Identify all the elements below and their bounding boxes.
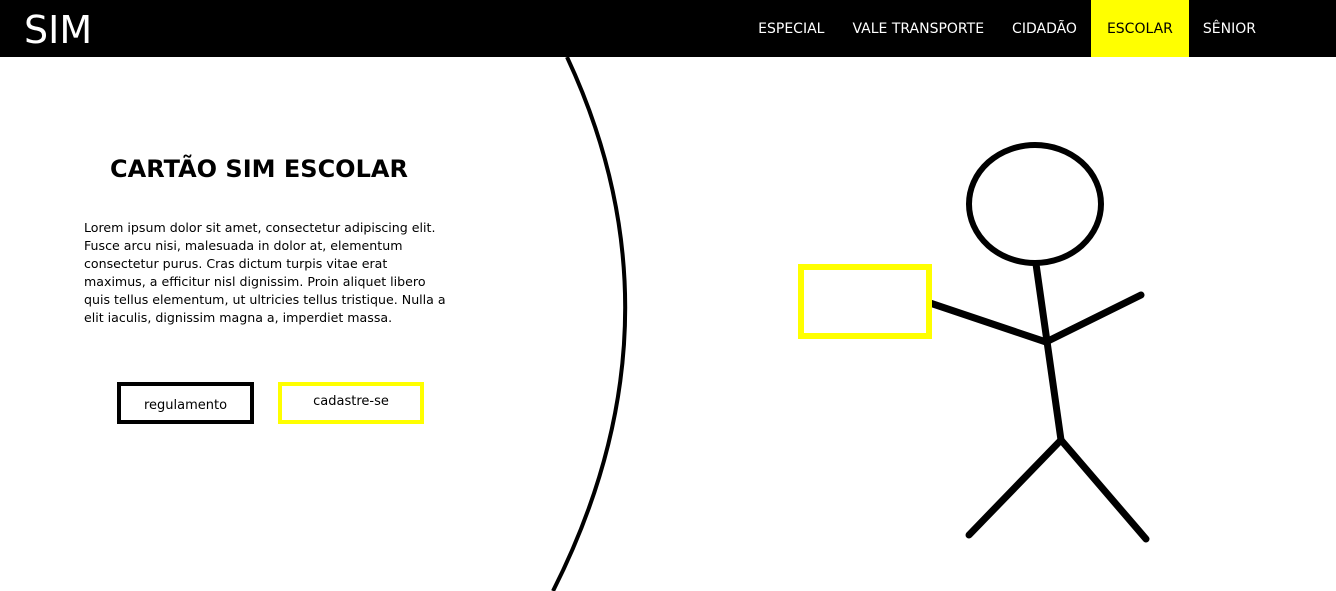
stick-figure-neck-body [1032, 260, 1065, 444]
held-card [798, 264, 932, 339]
nav-item-especial[interactable]: ESPECIAL [744, 0, 838, 57]
stick-figure-left-leg [965, 436, 1065, 539]
regulamento-button[interactable]: regulamento [117, 382, 254, 424]
top-navigation-bar: SIM ESPECIAL VALE TRANSPORTE CIDADÃO ESC… [0, 0, 1336, 57]
page: SIM ESPECIAL VALE TRANSPORTE CIDADÃO ESC… [0, 0, 1336, 591]
cadastre-se-button[interactable]: cadastre-se [278, 382, 424, 424]
nav-item-cidadao[interactable]: CIDADÃO [998, 0, 1091, 57]
site-logo[interactable]: SIM [24, 10, 92, 50]
nav-item-escolar[interactable]: ESCOLAR [1090, 0, 1189, 57]
stick-figure [926, 142, 1150, 543]
stick-figure-head [966, 142, 1104, 266]
stick-figure-left-arm [926, 299, 1050, 346]
stick-figure-right-arm [1042, 291, 1145, 346]
nav-item-senior[interactable]: SÊNIOR [1189, 0, 1270, 57]
stick-figure-right-leg [1057, 436, 1150, 543]
description-text: Lorem ipsum dolor sit amet, consectetur … [84, 220, 446, 325]
arc-divider [551, 56, 628, 591]
main-nav: ESPECIAL VALE TRANSPORTE CIDADÃO ESCOLAR… [744, 0, 1270, 57]
nav-item-vale-transporte[interactable]: VALE TRANSPORTE [838, 0, 998, 57]
page-title: CARTÃO SIM ESCOLAR [110, 155, 408, 183]
